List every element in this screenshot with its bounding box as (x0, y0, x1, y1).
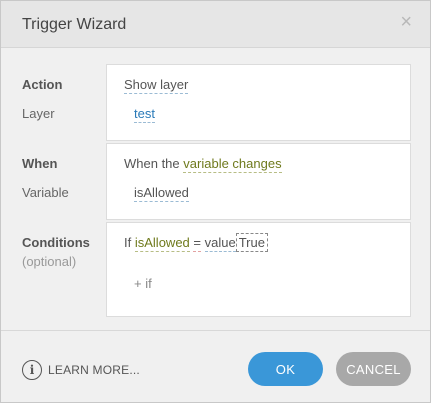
info-icon: i (22, 360, 42, 380)
dialog-title: Trigger Wizard (22, 16, 127, 33)
layer-label: Layer (22, 106, 55, 121)
footer-divider (1, 330, 430, 331)
title-bar: Trigger Wizard × (1, 1, 430, 48)
close-icon[interactable]: × (400, 12, 412, 32)
action-select[interactable]: Show layer (124, 77, 189, 94)
ok-button[interactable]: OK (248, 352, 323, 386)
variable-label: Variable (22, 185, 69, 200)
learn-more-link[interactable]: i LEARN MORE... (22, 359, 140, 381)
when-condition-select[interactable]: variable changes (183, 156, 282, 173)
variable-select[interactable]: isAllowed (134, 185, 189, 202)
when-panel: When the variable changes isAllowed (106, 143, 411, 220)
trigger-wizard-dialog: Trigger Wizard × Action Layer Show layer… (0, 0, 431, 403)
learn-more-label: LEARN MORE... (48, 363, 140, 377)
conditions-panel: If isAllowed = value True + if (106, 222, 411, 317)
when-label: When (22, 156, 58, 171)
action-panel: Show layer test (106, 64, 411, 141)
conditions-label: Conditions (22, 235, 90, 250)
conditions-optional-label: (optional) (22, 254, 77, 269)
condition-operator-select[interactable]: = (193, 235, 201, 252)
action-label: Action (22, 77, 63, 92)
layer-select[interactable]: test (134, 106, 155, 123)
if-keyword: If (124, 235, 132, 250)
add-if-button[interactable]: + if (134, 276, 152, 291)
condition-value-input[interactable]: True (235, 233, 268, 252)
condition-value-type-select[interactable]: value (204, 235, 236, 252)
when-prefix: When the (124, 156, 180, 171)
condition-variable-select[interactable]: isAllowed (134, 235, 190, 252)
cancel-button[interactable]: CANCEL (336, 352, 411, 386)
